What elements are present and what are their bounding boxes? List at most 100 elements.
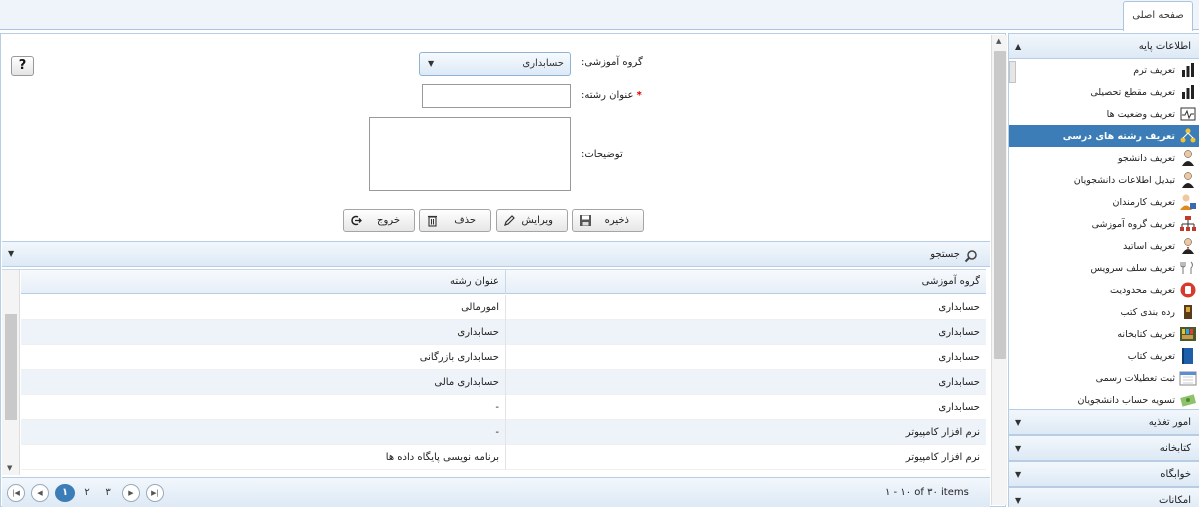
sidebar-item-label: تعریف مقطع تحصیلی <box>1090 86 1175 98</box>
sidebar-item-degree[interactable]: تعریف مقطع تحصیلی <box>1009 81 1199 103</box>
book-icon <box>1182 348 1193 364</box>
bookshelf-icon <box>1184 305 1192 319</box>
sidebar-item-label: تعریف رشته های درسی <box>1062 130 1175 142</box>
sidebar-items: تعریف ترم تعریف مقطع تحصیلی تعریف وضعیت … <box>1009 59 1199 409</box>
section-library[interactable]: کتابخانه ▼ <box>1009 435 1199 461</box>
status-monitor-icon <box>1180 107 1196 121</box>
exit-button[interactable]: خروج <box>343 209 415 232</box>
sidebar-item-label: تعریف ترم <box>1133 64 1175 76</box>
section-facilities[interactable]: امکانات ▼ <box>1009 487 1199 507</box>
sidebar-item-restriction[interactable]: تعریف محدودیت <box>1009 279 1199 301</box>
sidebar-item-edu-group[interactable]: تعریف گروه آموزشی <box>1009 213 1199 235</box>
page-number-2[interactable]: ۲ <box>77 484 97 502</box>
sidebar-item-library[interactable]: تعریف کتابخانه <box>1009 323 1199 345</box>
description-textarea[interactable] <box>369 117 571 191</box>
group-dropdown-value: حسابداری <box>522 58 564 69</box>
sidebar-item-label: تعریف کتاب <box>1127 350 1175 362</box>
sidebar-item-student[interactable]: تعریف دانشجو <box>1009 147 1199 169</box>
title-input[interactable] <box>422 84 571 108</box>
sidebar-item-holidays[interactable]: ثبت تعطیلات رسمی <box>1009 367 1199 389</box>
sidebar-item-label: تعریف سلف سرویس <box>1090 262 1175 274</box>
sidebar-item-book-classification[interactable]: رده بندی کتب <box>1009 301 1199 323</box>
chevron-down-icon: ▼ <box>428 59 435 68</box>
cell-group: حسابداری <box>505 370 986 395</box>
scroll-down-icon[interactable]: ▼ <box>7 464 12 472</box>
table-row[interactable]: حسابداری - <box>21 395 986 420</box>
calendar-icon <box>1179 371 1197 386</box>
grid-scroll-thumb[interactable] <box>5 314 17 420</box>
cell-title: امورمالی <box>461 302 499 313</box>
sidebar: اطلاعات پایه ▲ تعریف ترم تعریف مقطع تحصی… <box>1008 33 1199 507</box>
page-number-1[interactable]: ۱ <box>55 484 75 502</box>
table-row[interactable]: حسابداری امورمالی <box>21 295 986 320</box>
search-label: جستجو <box>930 249 960 260</box>
tab-home[interactable]: صفحه اصلی <box>1123 1 1193 31</box>
title-label-text: عنوان رشته: <box>581 90 634 101</box>
pager-info: ۱ - ۱۰ of ۳۰ items <box>885 487 969 498</box>
grid-header: گروه آموزشی عنوان رشته <box>21 270 986 294</box>
scroll-up-icon[interactable]: ▲ <box>996 37 1001 45</box>
column-header-group[interactable]: گروه آموزشی <box>505 270 986 294</box>
sidebar-item-majors[interactable]: تعریف رشته های درسی <box>1009 125 1199 147</box>
help-button[interactable]: ? <box>11 56 34 76</box>
main-scrollbar[interactable]: ▲ <box>991 35 1007 505</box>
cell-group: حسابداری <box>505 295 986 320</box>
prev-page-icon[interactable]: ◀ <box>31 484 49 502</box>
sidebar-item-label: تعریف وضعیت ها <box>1106 108 1175 120</box>
next-page-icon[interactable]: ▶ <box>122 484 140 502</box>
teacher-icon <box>1182 238 1194 254</box>
cell-group: حسابداری <box>505 345 986 370</box>
sidebar-item-label: تعریف دانشجو <box>1118 152 1175 164</box>
sidebar-item-student-convert[interactable]: تبدیل اطلاعات دانشجویان <box>1009 169 1199 191</box>
first-page-icon[interactable]: |◀ <box>7 484 25 502</box>
section-label: امور تغذیه <box>1148 417 1191 428</box>
chevron-down-icon: ▼ <box>1015 470 1022 479</box>
chevron-down-icon: ▼ <box>8 249 15 258</box>
delete-button[interactable]: حذف <box>419 209 491 232</box>
search-icon <box>964 250 977 263</box>
sidebar-item-employees[interactable]: تعریف کارمندان <box>1009 191 1199 213</box>
description-label: توضیحات: <box>581 149 623 160</box>
sidebar-item-teachers[interactable]: تعریف اساتید <box>1009 235 1199 257</box>
table-row[interactable]: نرم افزار کامپیوتر - <box>21 420 986 445</box>
cell-title: حسابداری <box>457 327 499 338</box>
grid-body: حسابداری امورمالی حسابداری حسابداری حساب… <box>21 295 986 475</box>
sidebar-item-self-service[interactable]: تعریف سلف سرویس <box>1009 257 1199 279</box>
cell-group: حسابداری <box>505 395 986 420</box>
group-dropdown[interactable]: حسابداری ▼ <box>419 52 571 76</box>
sidebar-item-statuses[interactable]: تعریف وضعیت ها <box>1009 103 1199 125</box>
chevron-down-icon: ▼ <box>1015 496 1022 505</box>
sidebar-item-settlement[interactable]: تسویه حساب دانشجویان <box>1009 389 1199 409</box>
sidebar-item-label: رده بندی کتب <box>1120 306 1176 318</box>
sidebar-item-term[interactable]: تعریف ترم <box>1009 59 1199 81</box>
section-basic-info[interactable]: اطلاعات پایه ▲ <box>1009 33 1199 59</box>
column-header-title[interactable]: عنوان رشته <box>21 270 505 294</box>
edit-button[interactable]: ویرایش <box>496 209 568 232</box>
cutlery-icon <box>1180 261 1193 274</box>
sidebar-item-label: تعریف گروه آموزشی <box>1091 218 1175 230</box>
sidebar-item-label: تعریف کارمندان <box>1112 196 1175 208</box>
last-page-icon[interactable]: ▶| <box>146 484 164 502</box>
section-dormitory[interactable]: خوابگاه ▼ <box>1009 461 1199 487</box>
cell-group: حسابداری <box>505 320 986 345</box>
section-label: کتابخانه <box>1159 443 1191 454</box>
sidebar-item-label: تعریف کتابخانه <box>1117 328 1175 340</box>
section-nutrition[interactable]: امور تغذیه ▼ <box>1009 409 1199 435</box>
table-row[interactable]: حسابداری حسابداری مالی <box>21 370 986 395</box>
tab-strip: صفحه اصلی <box>0 0 1199 31</box>
table-row[interactable]: حسابداری حسابداری بازرگانی <box>21 345 986 370</box>
sidebar-item-label: ثبت تعطیلات رسمی <box>1095 372 1175 384</box>
save-button[interactable]: ذخیره <box>572 209 644 232</box>
page-number-3[interactable]: ۳ <box>98 484 118 502</box>
table-row[interactable]: حسابداری حسابداری <box>21 320 986 345</box>
sidebar-item-book[interactable]: تعریف کتاب <box>1009 345 1199 367</box>
search-panel-header[interactable]: جستجو ▼ <box>2 241 990 267</box>
grid-scrollbar[interactable]: ▼ <box>2 270 20 475</box>
table-row[interactable]: نرم افزار کامپیوتر برنامه نویسی پایگاه د… <box>21 445 986 470</box>
chevron-down-icon: ▼ <box>1015 418 1022 427</box>
section-label: امکانات <box>1159 495 1191 506</box>
cell-group: نرم افزار کامپیوتر <box>505 445 986 470</box>
main-scroll-thumb[interactable] <box>994 51 1006 359</box>
section-label: اطلاعات پایه <box>1138 41 1191 52</box>
cell-group: نرم افزار کامپیوتر <box>505 420 986 445</box>
